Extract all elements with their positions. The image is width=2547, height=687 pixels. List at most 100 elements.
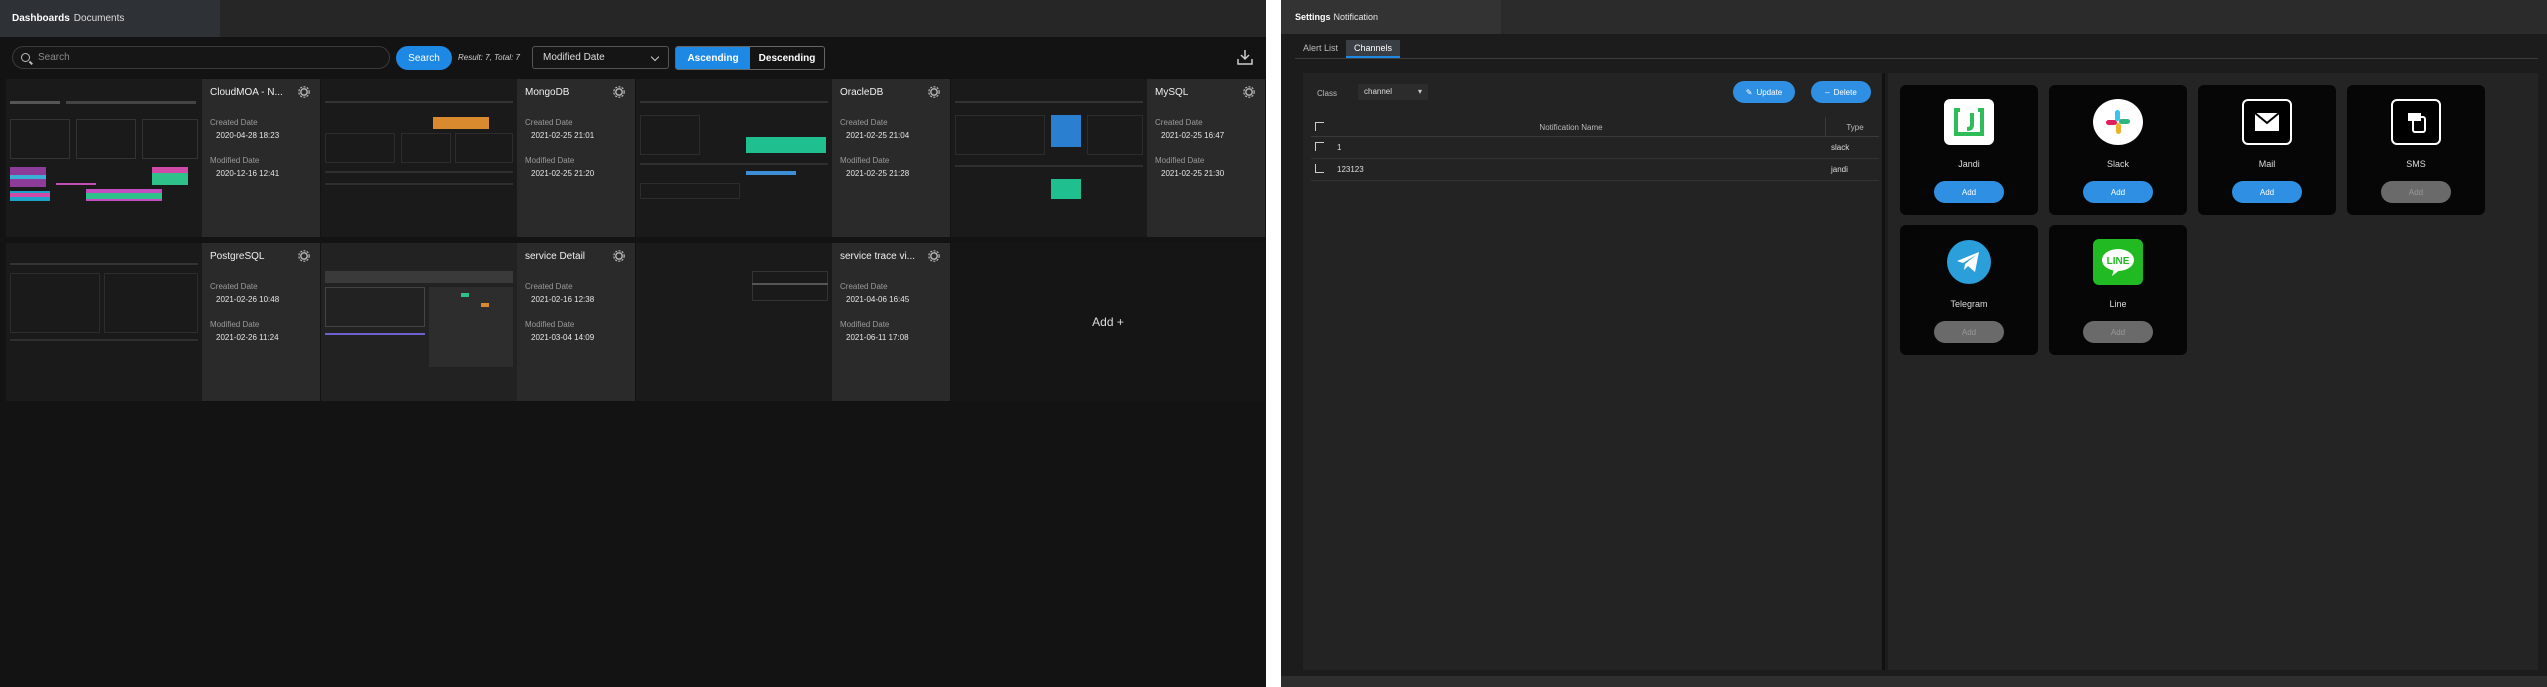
created-date-value: 2021-02-25 16:47 xyxy=(1161,131,1225,140)
modified-date-value: 2020-12-16 12:41 xyxy=(216,169,280,178)
tab-channels[interactable]: Channels xyxy=(1346,40,1401,58)
created-date-label: Created Date xyxy=(840,118,888,127)
notification-table: Notification Name Type 1 slack 123123 ja… xyxy=(1311,117,1879,181)
channel-card-slack: Slack Add xyxy=(2049,85,2187,215)
add-dashboard-button[interactable]: Add + xyxy=(951,243,1265,401)
dashboards-window: Dashboards Documents Search Result: 7, T… xyxy=(0,0,1266,687)
update-button[interactable]: ✎ Update xyxy=(1733,81,1795,103)
sort-select[interactable]: Modified Date xyxy=(532,46,669,69)
search-button[interactable]: Search xyxy=(396,46,452,70)
screenshot-root: Dashboards Documents Search Result: 7, T… xyxy=(0,0,2547,687)
add-telegram-button[interactable]: Add xyxy=(1934,321,2004,343)
row-checkbox[interactable] xyxy=(1315,142,1324,151)
dashboards-title: Dashboards xyxy=(12,13,70,24)
dashboard-name: MySQL xyxy=(1155,87,1189,98)
chevron-down-icon xyxy=(650,52,660,62)
dashboard-card-info: MySQL Created Date 2021-02-25 16:47 Modi… xyxy=(1147,79,1265,237)
dashboard-name: PostgreSQL xyxy=(210,251,265,262)
result-count: Result: 7, Total: 7 xyxy=(458,53,520,62)
class-select-value: channel xyxy=(1364,87,1393,96)
table-row[interactable]: 123123 jandi xyxy=(1311,159,1879,181)
row-checkbox[interactable] xyxy=(1315,164,1324,173)
delete-button[interactable]: – Delete xyxy=(1811,81,1871,103)
channel-card-mail: Mail Add xyxy=(2198,85,2336,215)
created-date-label: Created Date xyxy=(525,282,573,291)
tab-alert-list[interactable]: Alert List xyxy=(1295,40,1346,58)
channel-name: Mail xyxy=(2258,159,2276,169)
window-bottom-border xyxy=(1281,676,2547,687)
dashboard-thumbnail xyxy=(6,79,202,237)
dashboard-card[interactable]: service Detail Created Date 2021-02-16 1… xyxy=(321,243,635,401)
notification-list-panel: Class channel ▾ ✎ Update – Delete Notifi… xyxy=(1303,73,1885,670)
jandi-icon xyxy=(1944,99,1994,145)
dashboard-card[interactable]: MySQL Created Date 2021-02-25 16:47 Modi… xyxy=(951,79,1265,237)
modified-date-label: Modified Date xyxy=(1155,156,1205,165)
add-mail-button[interactable]: Add xyxy=(2232,181,2302,203)
delete-icon: – xyxy=(1825,87,1830,97)
modified-date-value: 2021-02-25 21:20 xyxy=(531,169,595,178)
add-slack-button[interactable]: Add xyxy=(2083,181,2153,203)
svg-text:LINE: LINE xyxy=(2107,256,2130,267)
gear-icon[interactable] xyxy=(1243,86,1255,98)
update-button-label: Update xyxy=(1756,87,1783,97)
download-icon[interactable] xyxy=(1236,48,1254,66)
add-sms-button[interactable]: Add xyxy=(2381,181,2451,203)
add-jandi-button[interactable]: Add xyxy=(1934,181,2004,203)
ascending-button[interactable]: Ascending xyxy=(676,47,750,69)
gear-icon[interactable] xyxy=(298,250,310,262)
dashboard-thumbnail xyxy=(636,243,832,401)
dashboard-card[interactable]: PostgreSQL Created Date 2021-02-26 10:48… xyxy=(6,243,320,401)
chevron-down-icon: ▾ xyxy=(1417,87,1422,96)
dashboard-thumbnail xyxy=(951,79,1147,237)
gear-icon[interactable] xyxy=(613,250,625,262)
channel-name: Slack xyxy=(2106,159,2129,169)
channels-panel: Jandi Add Slack Add Mail Add SMS Add Tel… xyxy=(1888,73,2538,670)
gear-icon[interactable] xyxy=(613,86,625,98)
dashboard-card-info: service Detail Created Date 2021-02-16 1… xyxy=(517,243,635,401)
dashboard-name: MongoDB xyxy=(525,87,570,98)
dashboard-name: OracleDB xyxy=(840,87,884,98)
settings-title-tab[interactable]: Settings Notification xyxy=(1281,0,1501,34)
search-box[interactable] xyxy=(12,46,390,69)
created-date-label: Created Date xyxy=(210,282,258,291)
gear-icon[interactable] xyxy=(928,250,940,262)
dashboard-card[interactable]: CloudMOA - N... Created Date 2020-04-28 … xyxy=(6,79,320,237)
channel-name: Jandi xyxy=(1958,159,1980,169)
dashboard-card[interactable]: service trace vi... Created Date 2021-04… xyxy=(636,243,950,401)
notification-subtitle: Notification xyxy=(1333,12,1379,22)
table-row[interactable]: 1 slack xyxy=(1311,137,1879,159)
dashboard-name: service trace vi... xyxy=(840,251,916,262)
search-icon xyxy=(21,53,30,62)
modified-date-label: Modified Date xyxy=(210,156,260,165)
class-select[interactable]: channel ▾ xyxy=(1358,84,1428,100)
dashboard-card[interactable]: MongoDB Created Date 2021-02-25 21:01 Mo… xyxy=(321,79,635,237)
dashboards-title-tab[interactable]: Dashboards Documents xyxy=(0,0,220,37)
settings-header: Settings Notification xyxy=(1281,0,2547,34)
sort-select-value: Modified Date xyxy=(543,52,605,63)
modified-date-label: Modified Date xyxy=(840,156,890,165)
dashboard-card-info: OracleDB Created Date 2021-02-25 21:04 M… xyxy=(832,79,950,237)
created-date-label: Created Date xyxy=(840,282,888,291)
created-date-value: 2021-02-25 21:04 xyxy=(846,131,910,140)
slack-icon xyxy=(2093,99,2143,145)
gear-icon[interactable] xyxy=(928,86,940,98)
column-header-name: Notification Name xyxy=(1539,123,1603,132)
channel-card-jandi: Jandi Add xyxy=(1900,85,2038,215)
modified-date-value: 2021-02-26 11:24 xyxy=(216,333,279,342)
dashboard-card-info: MongoDB Created Date 2021-02-25 21:01 Mo… xyxy=(517,79,635,237)
add-line-button[interactable]: Add xyxy=(2083,321,2153,343)
delete-button-label: Delete xyxy=(1833,87,1857,97)
dashboard-thumbnail xyxy=(636,79,832,237)
channel-card-telegram: Telegram Add xyxy=(1900,225,2038,355)
search-input[interactable] xyxy=(38,52,358,63)
dashboard-card[interactable]: OracleDB Created Date 2021-02-25 21:04 M… xyxy=(636,79,950,237)
dashboards-header: Dashboards Documents xyxy=(0,0,1266,37)
tabs-divider xyxy=(1295,58,2538,59)
gear-icon[interactable] xyxy=(298,86,310,98)
dashboard-thumbnail xyxy=(321,79,517,237)
channel-name: Line xyxy=(2109,299,2127,309)
modified-date-label: Modified Date xyxy=(210,320,260,329)
descending-button[interactable]: Descending xyxy=(750,47,824,69)
dashboards-toolbar: Search Result: 7, Total: 7 Modified Date… xyxy=(12,46,1258,70)
modified-date-value: 2021-02-25 21:30 xyxy=(1161,169,1225,178)
